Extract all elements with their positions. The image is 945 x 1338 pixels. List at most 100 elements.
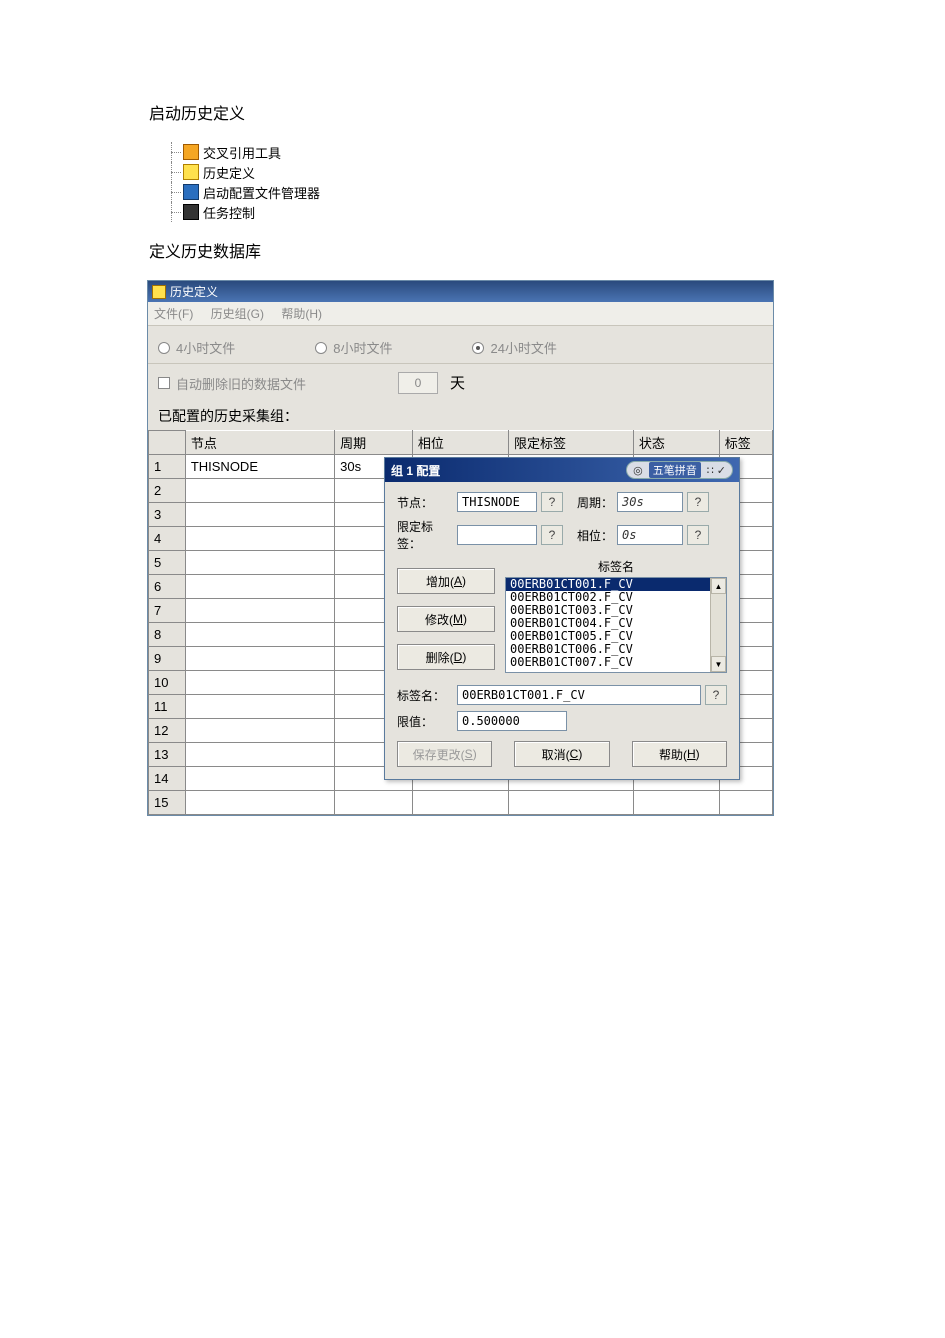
period-input[interactable]: 30s (617, 492, 683, 512)
limit-tag-input[interactable] (457, 525, 537, 545)
col-limit[interactable]: 限定标签 (509, 431, 634, 455)
auto-delete-label: 自动删除旧的数据文件 (176, 374, 306, 393)
save-button[interactable]: 保存更改(S) (397, 741, 492, 767)
help-button[interactable]: 帮助(H) (632, 741, 727, 767)
dialog-title: 组 1 配置 (391, 462, 440, 479)
limit-tag-label: 限定标签： (397, 518, 453, 552)
ime-suffix-icon: ∷ ✓ (705, 464, 728, 477)
col-phase[interactable]: 相位 (412, 431, 508, 455)
menu-group[interactable]: 历史组(G) (211, 307, 264, 321)
ime-name: 五笔拼音 (649, 462, 701, 478)
tree-item-label: 启动配置文件管理器 (203, 183, 320, 202)
radio-4h[interactable]: 4小时文件 (158, 338, 235, 357)
scroll-down-icon[interactable]: ▼ (711, 656, 726, 672)
table-area: 节点 周期 相位 限定标签 状态 标签 1THISNODE30s0s激活1623… (148, 430, 773, 815)
tagname-input[interactable]: 00ERB01CT001.F_CV (457, 685, 701, 705)
cell-node (185, 767, 334, 791)
cell-node (185, 551, 334, 575)
tree-item[interactable]: 任务控制 (165, 202, 945, 222)
row-number: 4 (149, 527, 186, 551)
node-label: 节点： (397, 494, 453, 511)
tree-item-icon (183, 204, 199, 220)
menu-file[interactable]: 文件(F) (154, 307, 193, 321)
window-title: 历史定义 (170, 283, 218, 300)
row-number: 11 (149, 695, 186, 719)
col-tags[interactable]: 标签 (719, 431, 772, 455)
node-help-button[interactable]: ? (541, 492, 563, 512)
add-button[interactable]: 增加(A) (397, 568, 495, 594)
listbox-scrollbar[interactable]: ▲ ▼ (710, 578, 726, 672)
tree-item[interactable]: 交叉引用工具 (165, 142, 945, 162)
days-label: 天 (450, 372, 465, 394)
cell-node (185, 671, 334, 695)
ime-prefix-icon: ◎ (631, 464, 645, 477)
tree-item-icon (183, 164, 199, 180)
tree-item[interactable]: 启动配置文件管理器 (165, 182, 945, 202)
cell-node (185, 479, 334, 503)
radio-24h[interactable]: 24小时文件 (472, 338, 556, 357)
heading-start-history-def: 启动历史定义 (149, 100, 945, 124)
cell-status (633, 791, 719, 815)
radio-icon (472, 342, 484, 354)
cell-node (185, 503, 334, 527)
tree-item-label: 任务控制 (203, 203, 255, 222)
cell-node (185, 599, 334, 623)
tree-connector-icon (165, 182, 183, 202)
phase-label: 相位： (577, 527, 613, 544)
heading-define-history-db: 定义历史数据库 (149, 238, 945, 262)
cell-node (185, 527, 334, 551)
col-status[interactable]: 状态 (633, 431, 719, 455)
phase-input[interactable]: 0s (617, 525, 683, 545)
node-input[interactable]: THISNODE (457, 492, 537, 512)
cell-node (185, 695, 334, 719)
col-period[interactable]: 周期 (335, 431, 413, 455)
dialog-title-bar[interactable]: 组 1 配置 ◎ 五笔拼音 ∷ ✓ (385, 458, 739, 482)
limitval-input[interactable]: 0.500000 (457, 711, 567, 731)
menu-help[interactable]: 帮助(H) (281, 307, 322, 321)
file-duration-radios: 4小时文件 8小时文件 24小时文件 (148, 326, 773, 364)
tree-item[interactable]: 历史定义 (165, 162, 945, 182)
tree-view: 交叉引用工具历史定义启动配置文件管理器任务控制 (165, 142, 945, 222)
phase-help-button[interactable]: ? (687, 525, 709, 545)
cell-period (335, 791, 413, 815)
row-number: 3 (149, 503, 186, 527)
limitval-label: 限值： (397, 713, 453, 730)
cell-node (185, 575, 334, 599)
tree-connector-icon (165, 162, 183, 182)
radio-icon (158, 342, 170, 354)
window-title-bar: 历史定义 (148, 281, 773, 302)
modify-button[interactable]: 修改(M) (397, 606, 495, 632)
col-node[interactable]: 节点 (185, 431, 334, 455)
cancel-button[interactable]: 取消(C) (514, 741, 609, 767)
row-number: 8 (149, 623, 186, 647)
cell-node: THISNODE (185, 455, 334, 479)
tag-listbox[interactable]: 00ERB01CT001.F_CV00ERB01CT002.F_CV00ERB0… (505, 577, 727, 673)
tagname-help-button[interactable]: ? (705, 685, 727, 705)
checkbox-auto-delete[interactable]: 自动删除旧的数据文件 (158, 372, 306, 394)
ime-indicator[interactable]: ◎ 五笔拼音 ∷ ✓ (626, 461, 733, 479)
app-icon (152, 285, 166, 299)
list-item[interactable]: 00ERB01CT007.F_CV (506, 656, 710, 669)
cell-node (185, 623, 334, 647)
row-number: 7 (149, 599, 186, 623)
scroll-up-icon[interactable]: ▲ (711, 578, 726, 594)
cell-node (185, 647, 334, 671)
row-number: 10 (149, 671, 186, 695)
row-number: 14 (149, 767, 186, 791)
configured-groups-label: 已配置的历史采集组： (148, 400, 773, 430)
row-number: 13 (149, 743, 186, 767)
days-input[interactable]: 0 (398, 372, 438, 394)
tree-item-label: 历史定义 (203, 163, 255, 182)
cell-node (185, 791, 334, 815)
row-number: 1 (149, 455, 186, 479)
period-help-button[interactable]: ? (687, 492, 709, 512)
table-row[interactable]: 15 (149, 791, 773, 815)
tree-item-label: 交叉引用工具 (203, 143, 281, 162)
history-def-window: 历史定义 文件(F) 历史组(G) 帮助(H) 4小时文件 8小时文件 24小时… (147, 280, 774, 816)
limit-tag-help-button[interactable]: ? (541, 525, 563, 545)
tree-item-icon (183, 144, 199, 160)
menu-bar: 文件(F) 历史组(G) 帮助(H) (148, 302, 773, 326)
row-number: 5 (149, 551, 186, 575)
delete-button[interactable]: 删除(D) (397, 644, 495, 670)
radio-8h[interactable]: 8小时文件 (315, 338, 392, 357)
